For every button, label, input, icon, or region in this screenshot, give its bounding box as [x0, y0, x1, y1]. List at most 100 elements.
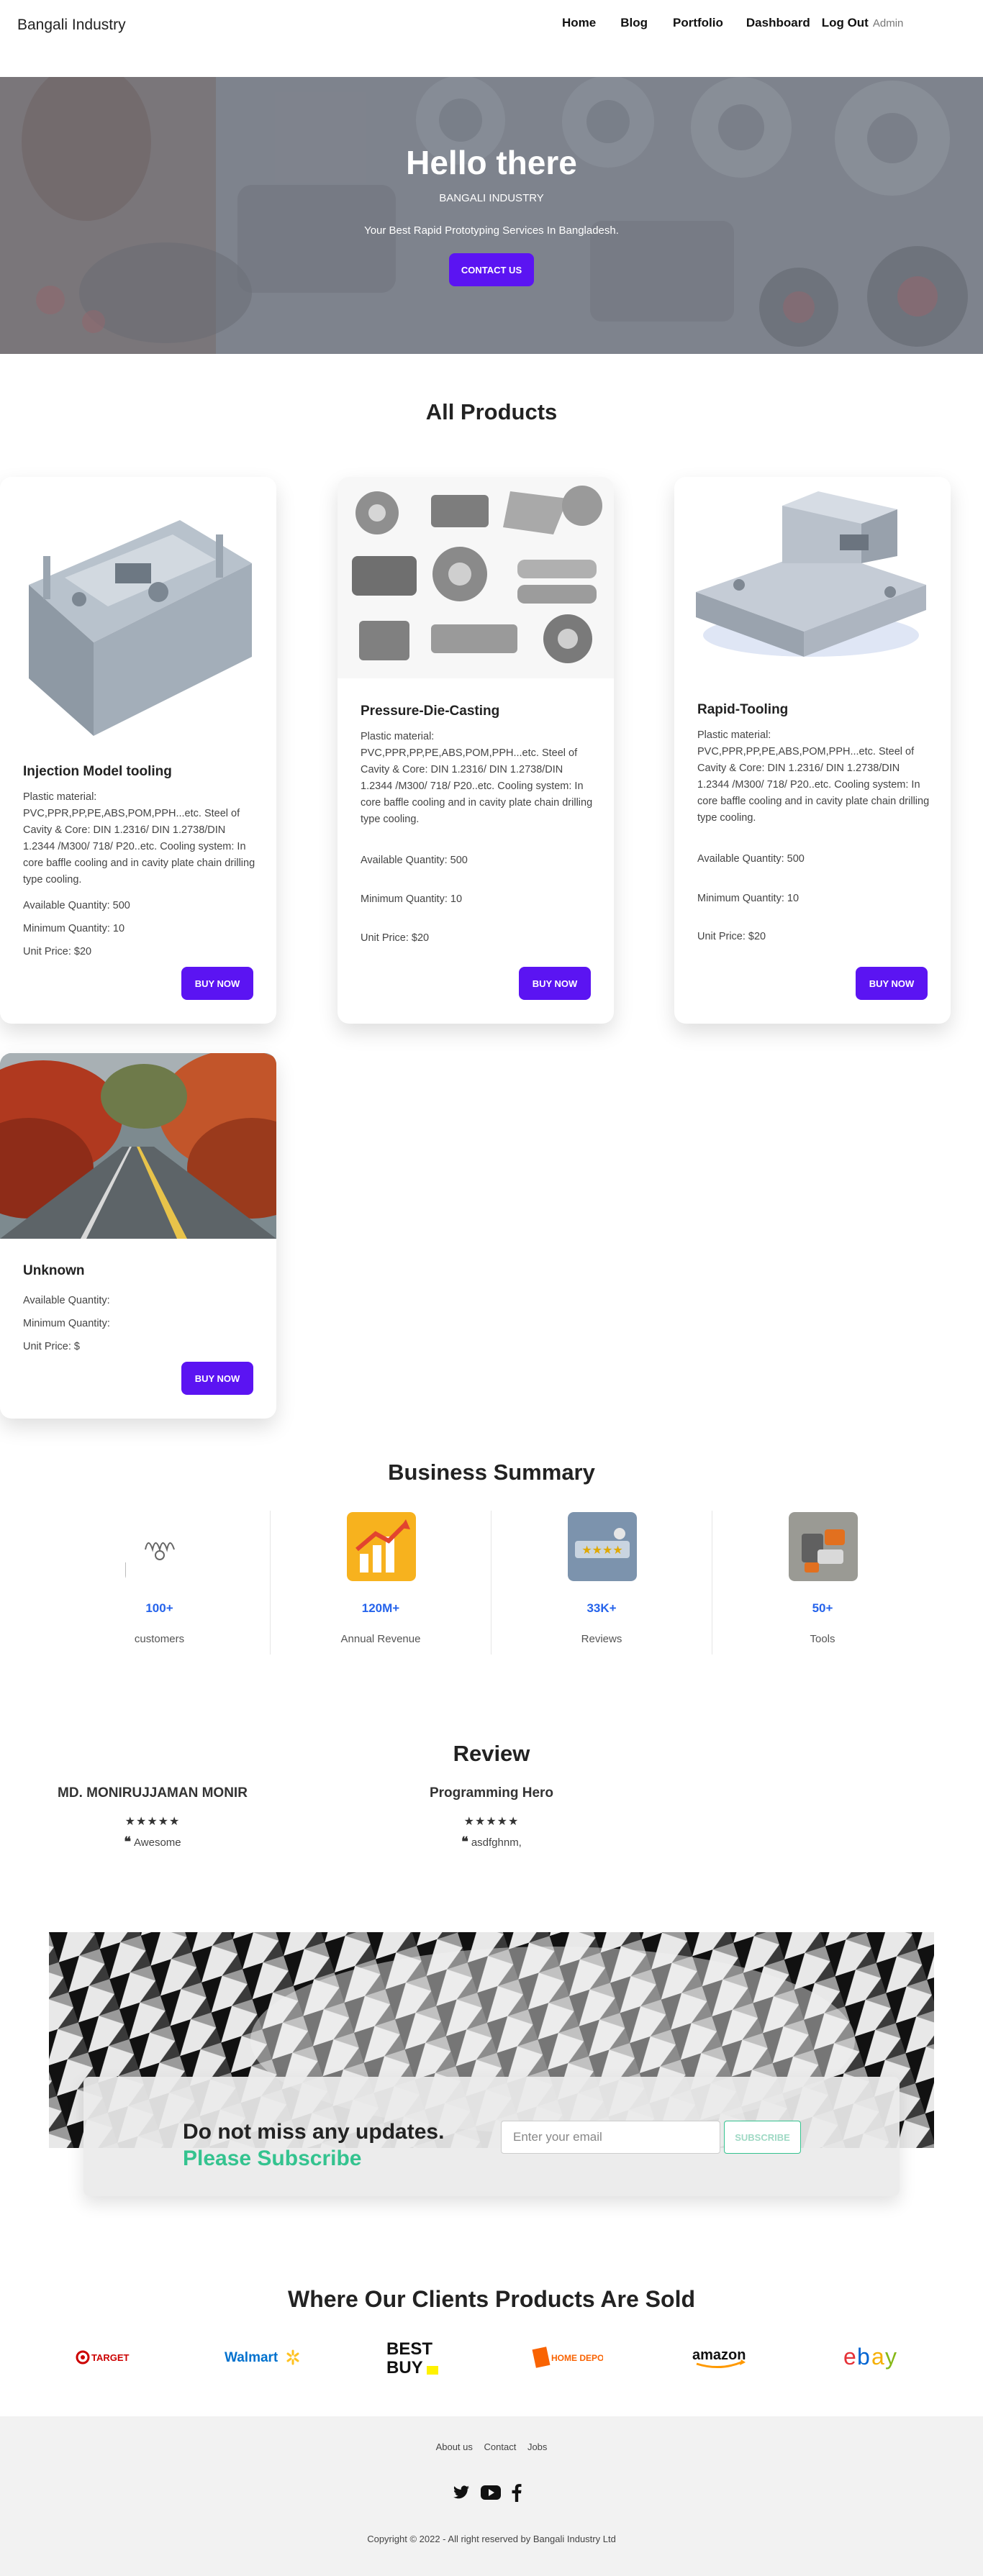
stat-label: customers: [134, 1633, 185, 1645]
product-card: Pressure-Die-Casting Plastic material: P…: [338, 477, 614, 1024]
home-depot-logo: HOME DEPOT: [531, 2341, 603, 2373]
stat-tools: 50+ Tools: [712, 1511, 933, 1655]
business-summary-title: Business Summary: [388, 1460, 595, 1485]
product-name: Unknown: [23, 1263, 85, 1278]
navbar: Bangali Industry Home Blog Portfolio Das…: [0, 0, 983, 50]
nav-dashboard-link[interactable]: Dashboard: [746, 16, 810, 30]
newsletter-card: Do not miss any updates. Please Subscrib…: [83, 2077, 900, 2196]
svg-text:TARGET: TARGET: [91, 2352, 130, 2363]
amazon-logo-image: amazon: [692, 2347, 746, 2369]
svg-text:HOME DEPOT: HOME DEPOT: [551, 2353, 603, 2363]
reviews-icon: ★★★★: [568, 1512, 637, 1581]
product-card: Unknown Available Quantity: Minimum Quan…: [0, 1053, 276, 1419]
nav-logout-link[interactable]: Log Out: [822, 16, 869, 30]
product-minimum-quantity: Minimum Quantity: 10: [23, 923, 125, 934]
customers-icon: [125, 1512, 194, 1581]
best-buy-logo-image: BEST BUY: [386, 2339, 438, 2377]
footer-links: About us Contact Jobs: [0, 2441, 983, 2452]
stat-value: 50+: [812, 1601, 833, 1615]
svg-text:BUY: BUY: [386, 2358, 423, 2377]
product-available-quantity: Available Quantity: 500: [23, 900, 130, 911]
newsletter-subtitle: Please Subscribe: [183, 2147, 362, 2170]
svg-text:Walmart: Walmart: [225, 2350, 278, 2365]
rating-stars-icon: ★★★★★: [124, 1816, 181, 1828]
contact-us-button[interactable]: CONTACT US: [449, 253, 534, 286]
stat-reviews: ★★★★ 33K+ Reviews: [491, 1511, 712, 1655]
product-description: Plastic material: PVC,PPR,PP,PE,ABS,POM,…: [697, 729, 930, 824]
product-name: Pressure-Die-Casting: [361, 704, 500, 719]
revenue-chart-icon: [347, 1512, 416, 1581]
product-unit-price: Unit Price: $20: [23, 946, 92, 957]
brand-logo[interactable]: Bangali Industry: [17, 17, 126, 34]
review-text: Awesome: [134, 1837, 181, 1849]
walmart-logo: Walmart: [223, 2341, 302, 2373]
products-section-title: All Products: [425, 399, 558, 424]
review-text: asdfghnm,: [471, 1837, 522, 1849]
product-minimum-quantity: Minimum Quantity: 10: [361, 893, 463, 905]
buy-now-button[interactable]: BUY NOW: [856, 967, 928, 1000]
review-section-title: Review: [453, 1741, 530, 1766]
nav-blog-link[interactable]: Blog: [620, 16, 648, 30]
hero-subtitle: BANGALI INDUSTRY: [439, 192, 544, 204]
quote-icon: ❝: [124, 1834, 132, 1849]
product-image-injection-mold: [0, 477, 276, 750]
product-image-rapid-tooling: [674, 477, 951, 678]
email-input[interactable]: [501, 2121, 720, 2154]
product-available-quantity: Available Quantity:: [23, 1295, 110, 1306]
product-unit-price: Unit Price: $: [23, 1341, 80, 1352]
product-card: Injection Model tooling Plastic material…: [0, 477, 276, 1024]
svg-text:BEST: BEST: [386, 2339, 432, 2359]
stat-value: 120M+: [361, 1601, 400, 1615]
svg-text:amazon: amazon: [692, 2347, 746, 2363]
buy-now-button[interactable]: BUY NOW: [519, 967, 591, 1000]
stat-revenue: 120M+ Annual Revenue: [270, 1511, 491, 1655]
rating-stars-icon: ★★★★★: [463, 1816, 520, 1828]
product-minimum-quantity: Minimum Quantity:: [23, 1318, 110, 1329]
nav-links: Home Blog Portfolio Dashboard Log Out Ad…: [562, 16, 903, 30]
hero-tagline: Your Best Rapid Prototyping Services In …: [364, 224, 619, 237]
hero-banner: Hello there BANGALI INDUSTRY Your Best R…: [0, 77, 983, 354]
ebay-logo-image: e b a y: [843, 2344, 897, 2370]
buy-now-button[interactable]: BUY NOW: [181, 967, 253, 1000]
review-card: MD. MONIRUJJAMAN MONIR ★★★★★ ❝ Awesome: [45, 1785, 261, 1849]
social-links: [452, 2483, 522, 2502]
product-name: Rapid-Tooling: [697, 702, 789, 717]
product-name: Injection Model tooling: [23, 764, 172, 779]
product-minimum-quantity: Minimum Quantity: 10: [697, 893, 799, 904]
nav-user-name: Admin: [872, 17, 904, 29]
amazon-logo: amazon: [691, 2341, 752, 2373]
copyright-text: Copyright © 2022 - All right reserved by…: [367, 2534, 616, 2544]
nav-home-link[interactable]: Home: [562, 16, 596, 30]
review-text-row: ❝ asdfghnm,: [384, 1834, 599, 1849]
footer-contact-link[interactable]: Contact: [484, 2441, 517, 2452]
tools-icon: [789, 1512, 858, 1581]
target-logo-image: TARGET: [76, 2350, 130, 2365]
youtube-icon[interactable]: [481, 2485, 501, 2500]
stat-label: Reviews: [581, 1633, 622, 1645]
product-image-die-casting: [338, 477, 614, 678]
svg-text:y: y: [885, 2344, 897, 2370]
nav-portfolio-link[interactable]: Portfolio: [673, 16, 723, 30]
product-image-autumn-road: [0, 1053, 276, 1239]
stat-customers: 100+ customers: [49, 1511, 270, 1655]
footer-about-link[interactable]: About us: [436, 2441, 473, 2452]
reviewer-name: MD. MONIRUJJAMAN MONIR: [58, 1785, 248, 1801]
footer-jobs-link[interactable]: Jobs: [527, 2441, 547, 2452]
walmart-logo-image: Walmart: [225, 2349, 299, 2365]
ebay-logo: e b a y: [842, 2341, 907, 2373]
subscribe-button[interactable]: SUBSCRIBE: [724, 2121, 801, 2154]
stat-label: Annual Revenue: [340, 1633, 421, 1645]
hero-overlay: [0, 77, 983, 354]
best-buy-logo: BEST BUY: [385, 2336, 443, 2379]
quote-icon: ❝: [461, 1834, 468, 1849]
twitter-icon[interactable]: [452, 2484, 471, 2501]
product-unit-price: Unit Price: $20: [697, 931, 766, 942]
stat-value: 100+: [145, 1601, 173, 1615]
svg-text:e: e: [843, 2344, 856, 2370]
facebook-icon[interactable]: [511, 2483, 522, 2502]
hero-title: Hello there: [406, 144, 577, 181]
product-description: Plastic material: PVC,PPR,PP,PE,ABS,POM,…: [23, 791, 255, 886]
newsletter-title: Do not miss any updates.: [183, 2120, 445, 2144]
buy-now-button[interactable]: BUY NOW: [181, 1362, 253, 1395]
svg-text:b: b: [857, 2344, 870, 2370]
